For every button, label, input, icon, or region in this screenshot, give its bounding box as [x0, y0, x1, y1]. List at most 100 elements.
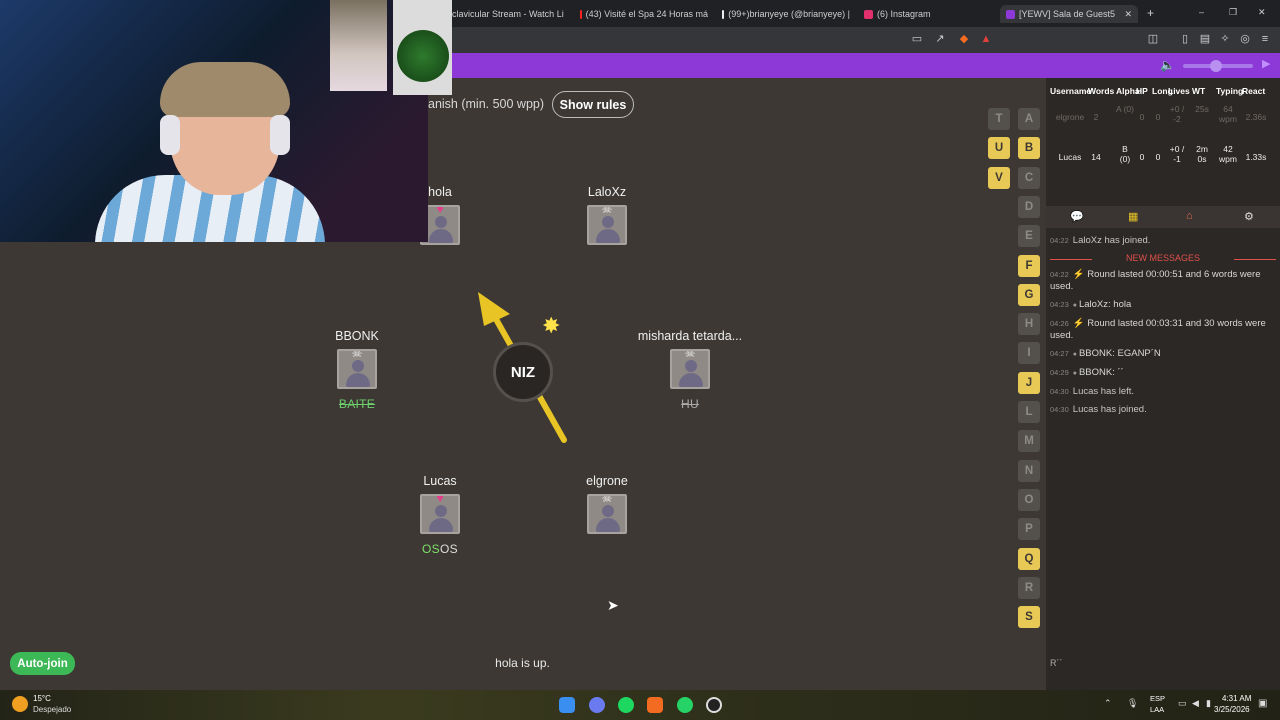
scoreboard-header-react[interactable]: React [1242, 86, 1265, 96]
leo-icon[interactable]: ✧ [1219, 33, 1231, 45]
show-rules-button[interactable]: Show rules [552, 91, 634, 118]
brave-icon[interactable] [647, 697, 663, 713]
vpn-icon[interactable]: ◎ [1239, 33, 1251, 45]
word-highlight: OS [422, 542, 440, 556]
scoreboard-header-username[interactable]: Username [1050, 86, 1091, 96]
spotify-icon[interactable] [618, 697, 634, 713]
letter-tile: I [1018, 342, 1040, 365]
chat-timestamp: 04:22 [1050, 270, 1069, 279]
clock-time[interactable]: 4:31 AM [1222, 694, 1251, 703]
brave-rewards-icon[interactable]: ▲ [980, 33, 992, 45]
scoreboard-cell-react: 1.33s [1245, 152, 1267, 162]
chat-message: 04:22 LaloXz has joined. [1050, 235, 1276, 247]
scoreboard-cell-lives: +0 / -1 [1169, 144, 1185, 164]
tray-chevron-icon[interactable]: ⌃ [1104, 698, 1112, 709]
wallet-icon[interactable]: ▤ [1199, 33, 1211, 45]
chat-timestamp: 04:22 [1050, 236, 1069, 245]
auto-join-button[interactable]: Auto-join [10, 652, 75, 675]
letter-tile: V [988, 166, 1010, 189]
letter-tile: U [988, 137, 1010, 160]
tab-settings-icon[interactable]: ⚙ [1244, 210, 1254, 223]
new-messages-divider: NEW MESSAGES [1050, 253, 1276, 263]
browser-tab-stream[interactable]: clavicular Stream - Watch Live [452, 5, 564, 23]
screenshot-icon[interactable]: ◫ [1147, 33, 1159, 45]
cast-icon[interactable]: ▭ [911, 33, 923, 45]
round-icon: ⚡ [1072, 269, 1088, 280]
mic-icon[interactable]: 🎙 [1127, 698, 1138, 709]
chat-message: 04:29 ● BBONK: ´´ [1050, 367, 1276, 380]
tab-label: (6) Instagram [877, 9, 931, 19]
close-window-button[interactable]: ✕ [1258, 7, 1266, 18]
sidebar-icon[interactable]: ▯ [1179, 33, 1191, 45]
chat-text: LaloXz has joined. [1072, 235, 1151, 246]
scoreboard-header-wt[interactable]: WT [1192, 86, 1205, 96]
chat-timestamp: 04:27 [1050, 349, 1069, 358]
browser-tab-instagram[interactable]: (6) Instagram [864, 5, 984, 23]
scoreboard-cell-username: elgrone [1055, 112, 1085, 122]
scoreboard-cell-react: 2.36s [1245, 112, 1267, 122]
browser-tab-tiktok[interactable]: (99+)brianyeye (@brianyeye) | [722, 5, 850, 23]
browser-tab-youtube[interactable]: (43) Visité el Spa 24 Horas má [580, 5, 708, 23]
player-lucas: Lucas ♥ OSOS [365, 474, 515, 556]
chat-timestamp: 04:30 [1050, 387, 1069, 396]
discord-icon[interactable] [589, 697, 605, 713]
scoreboard-cell-words: 2 [1093, 112, 1099, 122]
menu-icon[interactable]: ≡ [1259, 33, 1271, 45]
language-bottom[interactable]: LAA [1150, 705, 1164, 714]
scoreboard-header-words[interactable]: Words [1088, 86, 1114, 96]
close-tab-icon[interactable]: ✕ [1124, 9, 1132, 20]
speaker-icon[interactable]: 🔈 [1160, 58, 1175, 72]
minimize-button[interactable]: – [1199, 7, 1204, 17]
tab-room-icon[interactable]: ⌂ [1186, 210, 1193, 222]
tab-chat-icon[interactable]: 💬 [1070, 210, 1084, 223]
start-icon[interactable] [559, 697, 575, 713]
scoreboard-cell-alpha: B (0) [1119, 144, 1131, 164]
obs-icon[interactable] [706, 697, 722, 713]
chat-input[interactable]: R´´ [1050, 658, 1063, 668]
battery-icon[interactable]: ▮ [1206, 698, 1211, 709]
share-icon[interactable]: ↗ [934, 33, 946, 45]
play-icon[interactable]: ▶ [1262, 57, 1270, 70]
bomb: NIZ [493, 342, 553, 402]
scoreboard-cell-lives: +0 / -2 [1169, 104, 1185, 124]
scoreboard-cell-words: 14 [1091, 152, 1101, 162]
scoreboard-cell-hp: 0 [1139, 112, 1145, 122]
scoreboard-cell-typing: 42 wpm [1219, 144, 1237, 164]
notification-icon[interactable]: ▣ [1258, 698, 1267, 709]
overlay-image-right [393, 0, 452, 95]
volume-icon[interactable]: ◀ [1192, 698, 1199, 709]
tab-label: (99+)brianyeye (@brianyeye) | [728, 9, 850, 19]
browser-tab-active[interactable]: [YEWV] Sala de Guest5 ✕ [1000, 5, 1138, 23]
scoreboard-cell-long: 0 [1155, 112, 1161, 122]
sidebar: Username Words Alpha HP Long Lives WT Typing Rea… [1046, 78, 1280, 690]
scoreboard-header-hp[interactable]: HP [1136, 86, 1148, 96]
chat-timestamp: 04:26 [1050, 319, 1069, 328]
volume-slider-thumb[interactable] [1210, 60, 1222, 72]
language-top[interactable]: ESP [1150, 694, 1165, 703]
letter-tile: Q [1018, 547, 1040, 570]
player-name: Lucas [423, 474, 457, 488]
chat-text: LaloXz: hola [1078, 299, 1132, 310]
new-tab-button[interactable]: + [1147, 6, 1154, 20]
whatsapp-icon[interactable] [677, 697, 693, 713]
maximize-button[interactable]: ❐ [1229, 7, 1237, 18]
player-word: OSOS [365, 542, 515, 556]
network-icon[interactable]: ▭ [1178, 698, 1187, 709]
bomb-syllable: NIZ [510, 363, 536, 381]
avatar: ☠ [587, 494, 627, 534]
clock-date[interactable]: 3/25/2026 [1214, 705, 1250, 714]
skull-icon: ☠ [351, 349, 363, 360]
scoreboard-header-lives[interactable]: Lives [1168, 86, 1190, 96]
chat-message: 04:30 Lucas has left. [1050, 386, 1276, 398]
tab-settings-gift-icon[interactable]: ▦ [1128, 210, 1138, 223]
chat-message: 04:30 Lucas has joined. [1050, 404, 1276, 416]
scoreboard-cell-wt: 2m 0s [1196, 144, 1208, 164]
player-bbonk: BBONK ☠ BAITE [282, 329, 432, 411]
youtube-icon [580, 9, 582, 19]
chat-text: Lucas has left. [1072, 386, 1135, 397]
scoreboard-header-typing[interactable]: Typing [1216, 86, 1243, 96]
jklm-icon [1006, 9, 1015, 19]
chat-text: BBONK: ´´ [1078, 367, 1124, 378]
scoreboard-cell-username: Lucas [1058, 152, 1082, 162]
brave-shield-icon[interactable]: ◆ [958, 33, 970, 45]
